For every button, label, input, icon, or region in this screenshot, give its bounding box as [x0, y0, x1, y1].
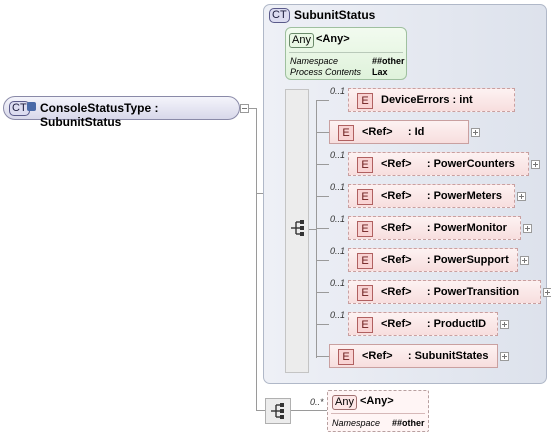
element-node[interactable]: E <Ref> : Id	[329, 120, 469, 144]
element-label: <Ref> : PowerSupport	[381, 254, 509, 266]
element-label: <Ref> : PowerTransition	[381, 286, 520, 298]
expand-toggle[interactable]	[543, 288, 551, 297]
namespace-key: Namespace	[290, 56, 339, 66]
occurrence-label: 0..1	[330, 214, 346, 224]
collapse-toggle[interactable]	[240, 104, 249, 113]
sequence-icon	[271, 403, 284, 419]
element-label: <Ref> : PowerMonitor	[381, 222, 507, 234]
process-contents-value: Lax	[372, 67, 388, 77]
expand-toggle[interactable]	[500, 352, 509, 361]
element-badge: E	[338, 349, 354, 365]
expand-toggle[interactable]	[500, 320, 509, 329]
connector	[316, 260, 329, 261]
expand-toggle[interactable]	[523, 224, 532, 233]
element-badge: E	[357, 253, 373, 269]
element-label: <Ref> : PowerMeters	[381, 190, 503, 202]
element-node[interactable]: E <Ref> : PowerMonitor	[348, 216, 521, 240]
connector	[316, 228, 329, 229]
element-node[interactable]: E <Ref> : SubunitStates	[329, 344, 498, 368]
any-wildcard-box[interactable]: Any <Any> Namespace ##other Process Cont…	[285, 27, 407, 80]
root-label: ConsoleStatusType : SubunitStatus	[40, 101, 159, 129]
expand-icon	[27, 102, 36, 111]
occurrence-label: 0..1	[330, 150, 346, 160]
divider	[331, 413, 425, 414]
any-wildcard-extension-box[interactable]: Any <Any> Namespace ##other	[327, 390, 429, 432]
expand-toggle[interactable]	[531, 160, 540, 169]
connector	[316, 356, 329, 357]
expand-toggle[interactable]	[517, 192, 526, 201]
element-node[interactable]: E <Ref> : PowerSupport	[348, 248, 518, 272]
complex-type-badge: CT	[269, 8, 290, 23]
connector	[316, 132, 329, 133]
element-node[interactable]: E <Ref> : PowerCounters	[348, 152, 529, 176]
connector	[316, 164, 329, 165]
element-badge: E	[357, 157, 373, 173]
occurrence-label: 0..1	[330, 246, 346, 256]
occurrence-label: 0..1	[330, 310, 346, 320]
namespace-key: Namespace	[332, 418, 381, 428]
process-contents-key: Process Contents	[290, 67, 362, 77]
complex-type-title: SubunitStatus	[294, 8, 376, 22]
element-badge: E	[357, 93, 373, 109]
occurrence-label: 0..1	[330, 86, 346, 96]
element-node[interactable]: E <Ref> : ProductID	[348, 312, 498, 336]
any-title: <Any>	[360, 395, 394, 407]
connector	[291, 410, 327, 411]
connector	[250, 108, 257, 109]
root-complex-type-node[interactable]: CT ConsoleStatusType : SubunitStatus	[3, 96, 240, 129]
divider	[289, 52, 403, 53]
connector	[316, 292, 329, 293]
element-node[interactable]: E <Ref> : PowerTransition	[348, 280, 541, 304]
namespace-value: ##other	[372, 56, 405, 66]
expand-toggle[interactable]	[471, 128, 480, 137]
connector	[316, 100, 329, 101]
namespace-value: ##other	[392, 418, 425, 428]
element-label: <Ref> : PowerCounters	[381, 158, 515, 170]
element-label: <Ref> : Id	[362, 126, 425, 138]
connector	[309, 229, 317, 230]
any-badge: Any	[289, 33, 314, 48]
element-badge: E	[357, 189, 373, 205]
expand-toggle[interactable]	[520, 256, 529, 265]
occurrence-label: 0..*	[310, 397, 324, 407]
element-badge: E	[338, 125, 354, 141]
element-label: <Ref> : SubunitStates	[362, 350, 489, 362]
connector	[256, 108, 257, 410]
element-node[interactable]: E DeviceErrors : int	[348, 88, 515, 112]
connector	[256, 410, 265, 411]
element-badge: E	[357, 317, 373, 333]
connector	[316, 196, 329, 197]
any-badge: Any	[332, 395, 357, 410]
sequence-icon	[291, 220, 304, 236]
element-label: DeviceErrors : int	[381, 94, 473, 106]
element-badge: E	[357, 285, 373, 301]
connector	[316, 324, 329, 325]
element-node[interactable]: E <Ref> : PowerMeters	[348, 184, 515, 208]
occurrence-label: 0..1	[330, 182, 346, 192]
any-title: <Any>	[316, 33, 350, 45]
element-label: <Ref> : ProductID	[381, 318, 487, 330]
occurrence-label: 0..1	[330, 278, 346, 288]
element-badge: E	[357, 221, 373, 237]
